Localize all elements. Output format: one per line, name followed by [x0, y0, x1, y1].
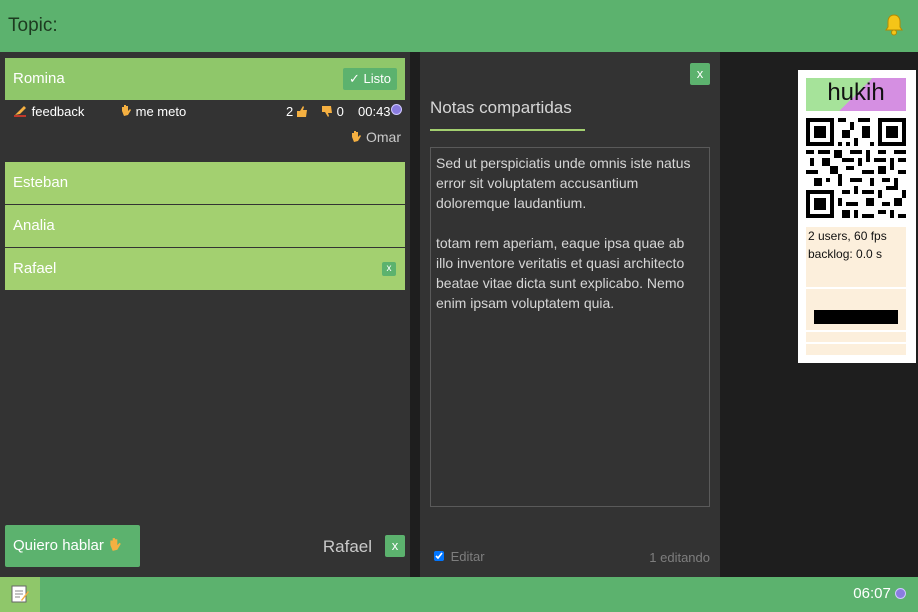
request-to-speak-button[interactable]: Quiero hablar	[5, 525, 140, 567]
queue-item[interactable]: Analia	[5, 205, 405, 247]
leave-button[interactable]: x	[385, 535, 405, 557]
current-speaker-meta: feedback me meto 2 0 00:43	[14, 104, 404, 122]
edit-label: Editar	[450, 549, 485, 564]
queue-item[interactable]: Esteban	[5, 162, 405, 204]
feedback-toggle[interactable]: feedback	[14, 104, 84, 119]
writing-hand-icon	[14, 106, 26, 117]
request-to-speak-label: Quiero hablar	[13, 537, 104, 554]
stats-users-fps: 2 users, 60 fps	[808, 229, 887, 243]
own-name: Rafael	[322, 537, 372, 556]
remove-button[interactable]: x	[382, 262, 396, 276]
close-notes-button[interactable]: x	[690, 63, 710, 85]
me-meto-toggle[interactable]: me meto	[120, 104, 186, 119]
session-stats: 2 users, 60 fps backlog: 0.0 s	[806, 227, 906, 355]
notes-toggle-button[interactable]	[0, 577, 40, 612]
editing-count: 1 editando	[649, 550, 710, 565]
raised-hand-icon	[110, 538, 121, 551]
bell-icon[interactable]	[884, 14, 904, 36]
topic-label: Topic:	[8, 15, 58, 36]
notes-textarea[interactable]: Sed ut perspiciatis unde omnis iste natu…	[430, 147, 710, 507]
queue-item[interactable]: Rafael x	[5, 248, 405, 290]
thumbs-up-count: 2	[286, 104, 294, 119]
status-dot-icon	[390, 104, 402, 115]
session-name: hukih	[806, 78, 906, 111]
stats-divider	[806, 342, 906, 344]
clock-time: 06:07	[853, 585, 891, 602]
feedback-label: feedback	[31, 104, 85, 119]
stats-backlog: backlog: 0.0 s	[808, 247, 883, 261]
notes-title-underline	[430, 129, 585, 131]
edit-checkbox[interactable]	[434, 551, 444, 561]
me-meto-label: me meto	[135, 104, 187, 119]
stats-divider	[806, 330, 906, 332]
memo-icon	[11, 585, 29, 603]
top-bar: Topic:	[0, 0, 918, 52]
queue-owner-name: Omar	[366, 129, 401, 145]
thumbs-down-icon	[322, 106, 332, 117]
speaker-timer: 00:43	[358, 104, 402, 119]
done-button[interactable]: ✓ Listo	[343, 68, 397, 90]
edit-toggle[interactable]: Editar	[434, 549, 485, 564]
queue-item-name: Analia	[13, 217, 55, 234]
timer-value: 00:43	[358, 104, 391, 119]
bottom-bar: 06:07	[0, 577, 918, 612]
qr-code-image[interactable]	[806, 118, 906, 218]
raised-hand-icon	[122, 105, 131, 116]
speaker-queue-panel: Romina ✓ Listo feedback me meto 2 0 00:4…	[0, 52, 410, 577]
thumbs-up-counter[interactable]: 2	[286, 104, 308, 119]
raised-hand-icon	[352, 131, 362, 142]
thumbs-up-icon	[296, 106, 307, 117]
stats-graph-bar	[814, 310, 898, 324]
thumbs-down-counter[interactable]: 0	[322, 104, 344, 119]
thumbs-down-count: 0	[336, 104, 344, 119]
session-card: hukih 2 users, 60 fps backlog: 0.0 s	[798, 70, 916, 363]
notes-title: Notas compartidas	[430, 98, 572, 117]
queue-item-name: Rafael	[13, 260, 57, 277]
shared-notes-panel: x Notas compartidas Sed ut perspiciatis …	[420, 52, 720, 577]
queue-item-name: Esteban	[13, 174, 69, 191]
stats-divider	[806, 287, 906, 289]
queue-owner: Omar	[350, 129, 401, 145]
queue-item-current[interactable]: Romina ✓ Listo	[5, 58, 405, 100]
clock: 06:07	[853, 585, 906, 602]
status-dot-icon	[895, 588, 906, 599]
queue-item-name: Romina	[13, 70, 65, 87]
